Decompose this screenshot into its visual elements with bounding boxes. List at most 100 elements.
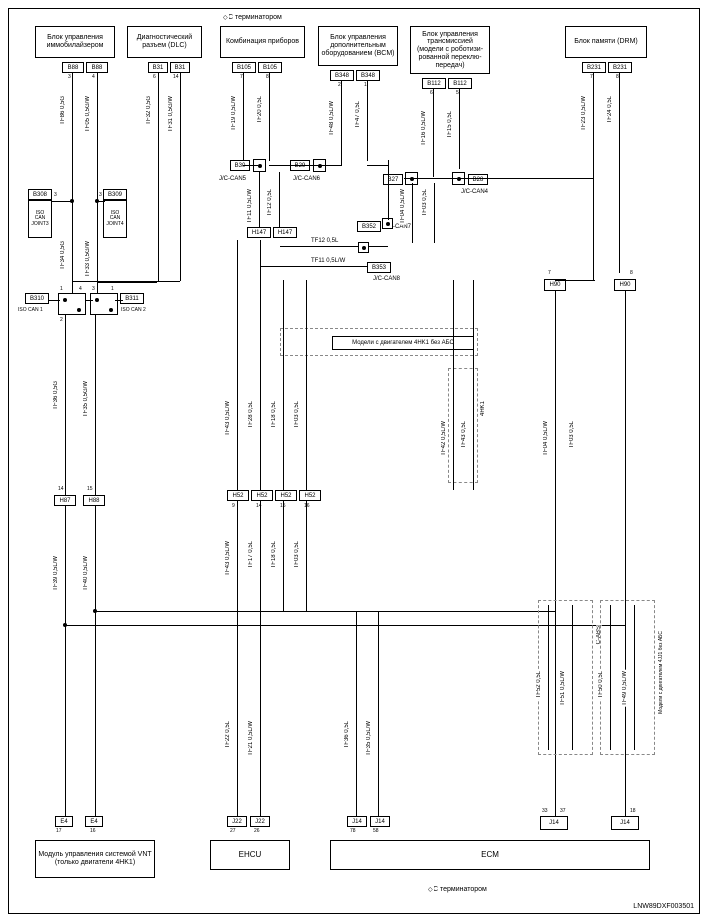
wire [459,89,460,169]
pin: 4 [92,74,95,80]
wire [72,281,180,282]
wire [243,165,258,166]
conn-B28: B28 [468,174,488,185]
wire-label: TF12 0,5L [267,188,273,217]
conn-H90b: H90 [614,279,636,291]
wire [237,501,238,611]
wire-label: TF03 0,5L [294,400,300,429]
conn-H52d: H52 [299,490,321,501]
wire [97,201,105,202]
wire [619,73,620,273]
wire-label: TF42 0,5L/W [441,420,447,457]
conn-H88: H88 [83,495,105,506]
conn-B231b: B231 [608,62,632,73]
pin: 16 [90,828,96,834]
pin: 14 [58,486,64,492]
pin: 15 [87,486,93,492]
pin: 3 [99,192,102,198]
pin: 18 [630,808,636,814]
wire-label: TF19 0,5L/W [231,95,237,132]
wire [280,246,388,247]
transmission-box: Блок управления трансмиссией (модели с р… [410,26,490,74]
wire [259,172,260,227]
wire-label: TF16 0,5L/W [421,110,427,147]
wire [378,611,379,816]
conn-B105b: B105 [258,62,282,73]
iso-can1-box [58,293,86,315]
wire [95,611,555,612]
wire-label: TF03 0,5L [569,420,575,449]
wire [95,315,96,495]
wire [65,315,66,495]
pin: 4 [79,286,82,292]
drm-box: Блок памяти (DRM) [565,26,647,58]
wire-label: TF32 0,5G [146,95,152,126]
conn-H147a: H147 [247,227,271,238]
jc-can5-label: J/C-CAN5 [218,176,247,182]
wire [434,183,435,243]
wire-label: TF31 0,5G/W [168,95,174,133]
instrument-box: Комбинация приборов [220,26,305,58]
wire-label: TF36 0,5L [344,720,350,749]
wire [341,81,342,161]
conn-B112a: B112 [422,78,446,89]
conn-B27: B27 [383,174,403,185]
immobilizer-box: Блок управления иммобилайзером [35,26,115,58]
wire [610,605,611,750]
bcm-box: Блок управления дополнительным оборудова… [318,26,398,66]
wire-label: TF24 0,5L [607,95,613,124]
wire-label: TF35 0,5L/W [366,720,372,757]
wire-label: TF40 0,5L/W [83,555,89,592]
wire [48,300,60,301]
conn-H52c: H52 [275,490,297,501]
wire-label: TF04 0,5L/W [543,420,549,457]
wire-label: TF39 0,5L/W [53,555,59,592]
conn-J14b: J14 [370,816,390,827]
dot [386,222,390,226]
conn-B231a: B231 [582,62,606,73]
wire-label: TF18 0,5L [271,540,277,569]
wire [158,73,159,281]
pin: 3 [68,74,71,80]
conn-J22a: J22 [227,816,247,827]
pin: 3 [92,286,95,292]
wire [260,266,370,267]
jc-can6-label: J/C-CAN6 [292,176,321,182]
wire [243,73,244,161]
pin: 78 [350,828,356,834]
wire-label: TF47 0,5L [355,100,361,129]
wire [237,240,238,490]
conn-B31b: B31 [170,62,190,73]
wire [237,611,238,816]
wire [95,506,96,816]
wire [412,183,413,243]
dot [109,308,113,312]
wire-label: TF28 0,5L [248,400,254,429]
iso-can2-box [90,293,118,315]
dot [63,298,67,302]
wire [473,280,474,490]
dot [77,308,81,312]
iso-joint3: ISO CAN JOINT3 [28,200,52,238]
dot [95,298,99,302]
wire [548,605,549,750]
wire-label: TF50 0,5L [598,670,604,699]
wire [317,165,342,166]
conn-H147b: H147 [273,227,297,238]
wire [260,240,261,490]
wire-label: TF51 0,5L/W [560,670,566,707]
conn-B308: B308 [28,189,52,200]
wire [306,280,307,490]
vnt-box: Модуль управления системой VNT (только д… [35,840,155,878]
wire-label: TF52 0,5L [536,670,542,699]
wire-label: TF35 0,5G/W [83,380,89,418]
conn-B309: B309 [103,189,127,200]
wire-label: TF20 0,5L [257,95,263,124]
wire-label: TF36 0,5G [53,380,59,411]
conn-B310: B310 [25,293,49,304]
wire [572,605,573,750]
note-4jj1: Модели с двигателем 4JJ1 без АБС [658,630,664,715]
conn-B352: B352 [357,221,381,232]
dot [93,609,97,613]
wire [97,183,98,293]
